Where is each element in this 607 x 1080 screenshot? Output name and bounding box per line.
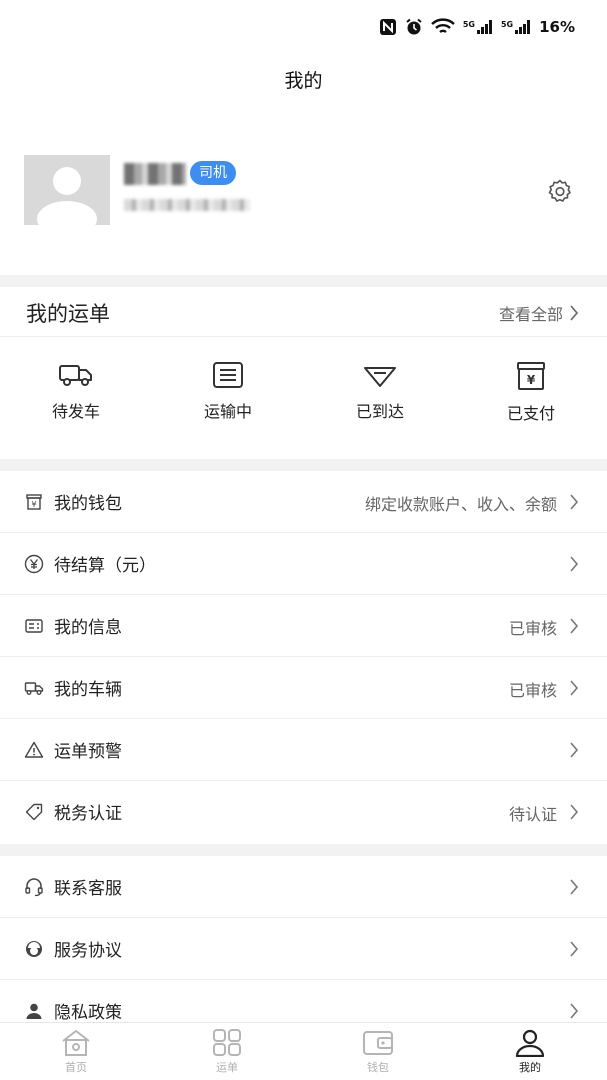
arrival-icon (364, 367, 396, 387)
menu-item-value: 待认证 (508, 805, 557, 824)
order-status-label: 待发车 (51, 402, 100, 421)
order-status-label: 已到达 (355, 402, 404, 421)
signal-1: 5G (463, 20, 493, 34)
alarm-icon (406, 18, 422, 35)
tab-label: 首页 (65, 1061, 87, 1074)
grid-icon (213, 1029, 241, 1056)
id-card-icon (25, 619, 43, 633)
chevron-right-icon (570, 941, 579, 957)
account-menu: ¥ 我的钱包 绑定收款账户、收入、余额 待结算（元） 我的信息 已审核 我的车辆… (0, 471, 607, 843)
user-icon (515, 1029, 545, 1057)
menu-item-value: 已审核 (508, 619, 557, 638)
menu-item-tax-certification[interactable]: 税务认证 待认证 (0, 781, 607, 843)
settings-button[interactable] (546, 177, 574, 205)
status-icons: 5G 5G 16% (379, 18, 575, 36)
order-status-row: 待发车 运输中 已到达 ¥ 已支付 (0, 362, 607, 432)
avatar[interactable] (24, 155, 110, 225)
agreement-icon (26, 941, 42, 957)
menu-item-label: 待结算（元） (54, 556, 156, 576)
nfc-icon (379, 19, 396, 35)
chevron-right-icon (570, 742, 579, 758)
menu-item-value: 绑定收款账户、收入、余额 (364, 495, 557, 514)
signal-bars-icon (515, 20, 531, 34)
menu-item-customer-service[interactable]: 联系客服 (0, 856, 607, 918)
tag-icon (25, 803, 43, 821)
paid-icon: ¥ (517, 362, 545, 390)
chevron-right-icon (570, 1003, 579, 1019)
menu-item-label: 我的信息 (54, 618, 122, 638)
home-icon (62, 1030, 90, 1056)
order-status-in-transit[interactable]: 运输中 (168, 362, 288, 432)
menu-item-label: 服务协议 (54, 941, 122, 961)
page-title: 我的 (284, 70, 323, 92)
menu-item-label: 运单预警 (54, 742, 122, 762)
bottom-tab-bar: 首页 运单 钱包 我的 (0, 1022, 607, 1080)
section-divider (0, 275, 607, 287)
svg-text:¥: ¥ (31, 500, 36, 509)
menu-item-service-agreement[interactable]: 服务协议 (0, 918, 607, 980)
view-all-orders-link[interactable]: 查看全部 (499, 301, 579, 325)
menu-item-label: 税务认证 (54, 804, 122, 824)
chevron-right-icon (570, 680, 579, 696)
battery-level: 16% (539, 18, 575, 36)
menu-item-label: 我的钱包 (54, 494, 122, 514)
avatar-placeholder-icon (37, 167, 97, 225)
yuan-icon (24, 554, 44, 574)
role-badge: 司机 (190, 161, 236, 185)
chevron-right-icon (570, 556, 579, 572)
order-status-paid[interactable]: ¥ 已支付 (471, 362, 591, 432)
signal-2: 5G (501, 20, 531, 34)
chevron-right-icon (570, 804, 579, 820)
headset-icon (25, 878, 43, 897)
tab-label: 钱包 (367, 1061, 389, 1074)
wallet-tab-icon (363, 1031, 393, 1055)
section-divider (0, 844, 607, 856)
chevron-right-icon (570, 494, 579, 510)
list-icon (213, 362, 243, 388)
menu-item-pending-settlement[interactable]: 待结算（元） (0, 533, 607, 595)
net-type-2: 5G (500, 20, 514, 29)
gear-icon (548, 179, 571, 202)
tab-mine[interactable]: 我的 (490, 1029, 570, 1075)
chevron-right-icon (570, 618, 579, 634)
signal-bars-icon (476, 20, 492, 34)
section-divider (0, 459, 607, 471)
chevron-right-icon (570, 305, 579, 321)
user-phone-redacted (124, 199, 250, 211)
tab-home[interactable]: 首页 (36, 1029, 116, 1075)
order-status-arrived[interactable]: 已到达 (320, 362, 440, 432)
order-status-label: 运输中 (203, 402, 252, 421)
menu-item-label: 我的车辆 (54, 680, 122, 700)
order-status-pending[interactable]: 待发车 (16, 362, 136, 432)
svg-text:¥: ¥ (527, 373, 536, 387)
menu-item-label: 联系客服 (54, 879, 122, 899)
profile-card[interactable]: 司机 (24, 155, 584, 225)
truck-icon (59, 365, 92, 386)
menu-item-wallet[interactable]: ¥ 我的钱包 绑定收款账户、收入、余额 (0, 471, 607, 533)
orders-header: 我的运单 查看全部 (0, 287, 607, 337)
tab-label: 运单 (216, 1061, 238, 1074)
status-bar: 5G 5G 16% (0, 0, 607, 56)
user-name-redacted (124, 163, 186, 185)
view-all-label: 查看全部 (498, 305, 563, 324)
orders-title: 我的运单 (26, 302, 110, 326)
menu-item-my-info[interactable]: 我的信息 已审核 (0, 595, 607, 657)
wallet-icon: ¥ (26, 494, 42, 510)
warning-icon (24, 741, 44, 758)
wifi-icon (430, 18, 455, 34)
menu-item-my-vehicle[interactable]: 我的车辆 已审核 (0, 657, 607, 719)
tab-orders[interactable]: 运单 (187, 1029, 267, 1075)
tab-wallet[interactable]: 钱包 (338, 1029, 418, 1075)
net-type-1: 5G (462, 20, 475, 29)
menu-item-label: 隐私政策 (54, 1003, 122, 1023)
vehicle-icon (24, 682, 44, 695)
privacy-icon (26, 1003, 42, 1019)
support-menu: 联系客服 服务协议 隐私政策 (0, 856, 607, 1042)
menu-item-order-warning[interactable]: 运单预警 (0, 719, 607, 781)
order-status-label: 已支付 (506, 404, 555, 423)
tab-label: 我的 (519, 1061, 541, 1074)
menu-item-value: 已审核 (508, 681, 557, 700)
chevron-right-icon (570, 879, 579, 895)
